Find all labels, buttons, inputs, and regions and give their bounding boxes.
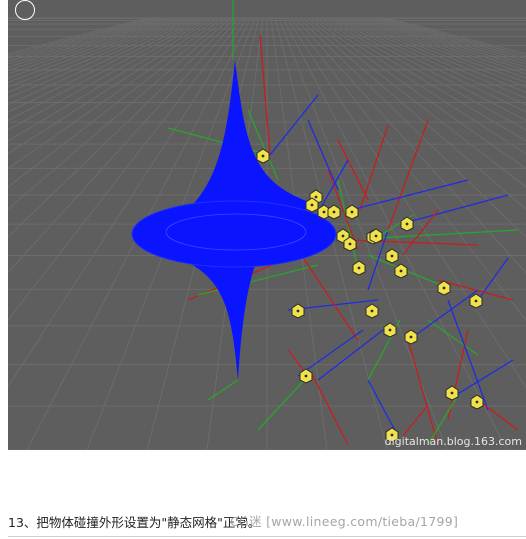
particle-line	[387, 119, 429, 231]
particle-marker	[404, 329, 418, 345]
3d-viewport[interactable]: digitalman.blog.163.com	[8, 0, 526, 450]
particle-marker	[400, 216, 414, 232]
particle-marker	[352, 260, 366, 276]
particle-line	[455, 359, 514, 396]
particle-line	[259, 34, 271, 156]
particle-marker	[445, 385, 459, 401]
particle-line	[312, 375, 349, 446]
particle-line	[407, 339, 439, 446]
particle-line	[402, 209, 439, 256]
viewport-scene	[8, 0, 526, 450]
particle-line	[377, 229, 519, 239]
particle-line	[207, 379, 239, 401]
particle-line	[402, 404, 429, 437]
particle-line	[412, 289, 479, 338]
particle-marker	[385, 248, 399, 264]
particle-marker	[470, 394, 484, 410]
site-watermark: digitalman.blog.163.com	[384, 435, 522, 448]
grid-line	[8, 17, 148, 55]
particle-marker	[327, 204, 341, 220]
particle-marker	[291, 303, 305, 319]
particle-marker	[299, 368, 313, 384]
spinning-top-object[interactable]	[131, 60, 337, 380]
divider	[8, 536, 526, 537]
particle-line	[477, 399, 519, 431]
particle-line	[367, 379, 399, 437]
grid-line	[8, 17, 152, 57]
grid-line	[334, 17, 526, 106]
particle-marker	[365, 303, 379, 319]
particle-marker	[383, 322, 397, 338]
particle-line	[257, 375, 309, 431]
particle-line	[342, 179, 469, 213]
particle-line	[167, 127, 271, 156]
particle-marker	[394, 263, 408, 279]
overlay-watermark: CG迷 [www.lineeg.com/tieba/1799]	[230, 514, 459, 529]
particle-markers	[256, 148, 484, 443]
particle-marker	[345, 204, 359, 220]
particle-line	[427, 319, 479, 356]
particle-line	[407, 194, 509, 223]
caption-text: 13、把物体碰撞外形设置为"静态网格"正常。	[8, 515, 261, 530]
viewport-camera-icon[interactable]	[15, 0, 35, 20]
